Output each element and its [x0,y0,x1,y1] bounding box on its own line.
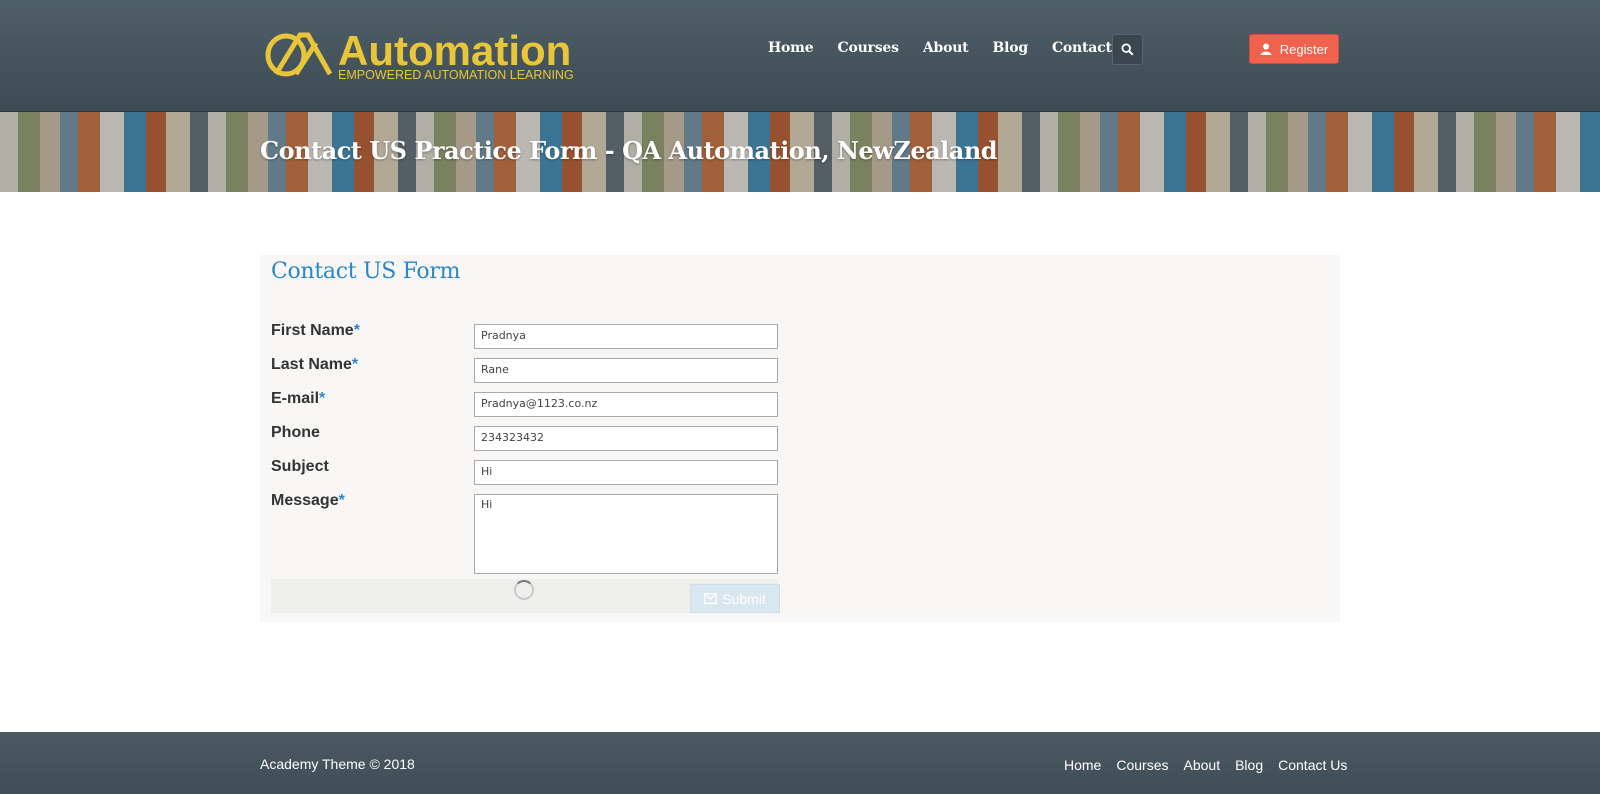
main-nav: Home Courses About Blog Contact Us [768,40,1160,56]
footer-link-contact-us[interactable]: Contact Us [1278,757,1347,773]
required-mark: * [338,492,345,509]
subject-label: Subject [271,458,329,475]
page-title: Contact US Practice Form - QA Automation… [260,136,998,165]
envelope-icon [704,593,718,604]
page-banner: Contact US Practice Form - QA Automation… [0,112,1600,192]
required-mark: * [351,356,359,373]
message-textarea[interactable]: Hi [474,494,778,574]
nav-about[interactable]: About [923,40,969,56]
logo-mark-icon: Automation EMPOWERED AUTOMATION LEARNING [265,27,574,82]
last-name-label: Last Name* [271,356,359,373]
site-logo[interactable]: Automation EMPOWERED AUTOMATION LEARNING [260,25,612,83]
footer-link-courses[interactable]: Courses [1116,757,1168,773]
subject-field[interactable]: Hi [474,460,778,485]
nav-home[interactable]: Home [768,40,814,56]
email-label: E-mail* [271,390,326,407]
phone-label: Phone [271,424,320,441]
submit-bar: Submit [271,579,780,613]
contact-form-panel: Contact US Form First Name* Pradnya Last… [260,255,1340,622]
logo-text: Automation [338,27,571,74]
submit-label: Submit [722,590,766,607]
phone-field[interactable]: 234323432 [474,426,778,451]
search-icon [1121,43,1134,56]
site-footer: Academy Theme © 2018 Home Courses About … [0,732,1600,794]
register-button[interactable]: Register [1249,34,1339,64]
footer-nav: Home Courses About Blog Contact Us [1064,757,1362,773]
footer-link-home[interactable]: Home [1064,757,1101,773]
form-heading: Contact US Form [271,259,461,284]
required-mark: * [319,390,326,407]
nav-blog[interactable]: Blog [992,40,1028,56]
footer-link-blog[interactable]: Blog [1235,757,1263,773]
search-button[interactable] [1112,34,1143,65]
nav-courses[interactable]: Courses [838,40,900,56]
site-header: Automation EMPOWERED AUTOMATION LEARNING… [0,0,1600,112]
last-name-field[interactable]: Rane [474,358,778,383]
register-label: Register [1279,41,1329,57]
first-name-field[interactable]: Pradnya [474,324,778,349]
user-icon [1260,43,1272,55]
footer-link-about[interactable]: About [1184,757,1221,773]
footer-copyright: Academy Theme © 2018 [260,756,415,772]
first-name-label: First Name* [271,322,360,339]
spinner-icon [514,580,534,600]
email-field[interactable]: Pradnya@1123.co.nz [474,392,778,417]
submit-button[interactable]: Submit [690,584,780,613]
required-mark: * [353,322,360,339]
message-label: Message* [271,492,345,509]
logo-tagline: EMPOWERED AUTOMATION LEARNING [338,68,574,82]
